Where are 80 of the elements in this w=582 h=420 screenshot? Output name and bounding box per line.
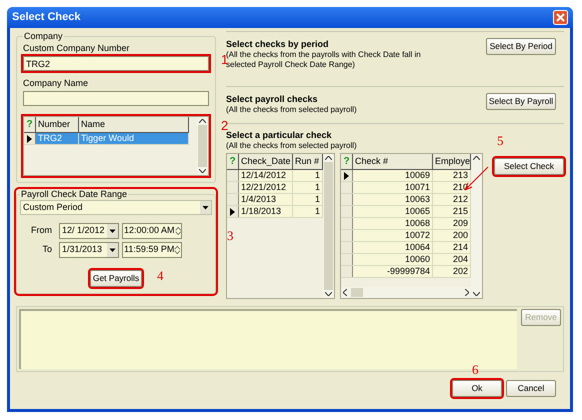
spinner-icon[interactable]	[174, 225, 181, 237]
scrollbar[interactable]	[471, 154, 482, 298]
grid-row[interactable]: 10065 215	[341, 206, 471, 218]
grid-cell: 10063	[353, 194, 433, 205]
row-indicator[interactable]	[341, 170, 353, 181]
grid-row[interactable]: 10069 213	[341, 170, 471, 182]
action-button[interactable]: Select Check	[494, 158, 564, 175]
help-icon: ?	[229, 156, 236, 166]
dialog-button[interactable]: Cancel	[506, 380, 556, 397]
grid-cell: 1/4/2013	[239, 194, 293, 205]
field-label: To	[41, 243, 53, 256]
row-indicator[interactable]	[24, 133, 36, 144]
grid-row[interactable]: 10064 214	[341, 242, 471, 254]
get-payrolls-button[interactable]: Get Payrolls	[90, 270, 142, 287]
grid-cell: 10069	[353, 170, 433, 181]
grid-cell: -99999784	[353, 266, 433, 277]
scroll-thumb[interactable]	[198, 125, 207, 167]
date-picker[interactable]: 1/31/2013	[59, 242, 119, 258]
column-header[interactable]: Check #	[353, 154, 433, 169]
scroll-thumb[interactable]	[324, 162, 333, 290]
grid-row[interactable]: 12/21/2012 1	[227, 182, 323, 194]
grid-row[interactable]: 10063 212	[341, 194, 471, 206]
section-title: Select payroll checks	[226, 92, 319, 105]
row-pointer-icon	[230, 208, 235, 216]
grid-cell: 10072	[353, 230, 433, 241]
grid-row[interactable]: 12/14/2012 1	[227, 170, 323, 182]
grid-cell: TRG2	[36, 133, 79, 144]
grid-cell: 12/21/2012	[239, 182, 293, 193]
grid-row[interactable]: 10060 204	[341, 254, 471, 266]
group-label: Company	[23, 31, 64, 42]
help-icon: ?	[343, 156, 350, 166]
scrollbar[interactable]	[197, 117, 208, 175]
callout-number: 5	[497, 134, 504, 147]
grid-row[interactable]: 1/4/2013 1	[227, 194, 323, 206]
close-icon[interactable]	[553, 10, 568, 25]
scroll-thumb[interactable]	[351, 288, 363, 297]
section-description: (All the checks from the payrolls with Check Date fall in selected Payroll Check Date Range)	[226, 50, 422, 70]
row-pointer-icon	[27, 134, 32, 142]
column-header[interactable]: Name	[79, 117, 189, 132]
row-pointer-icon	[344, 172, 349, 180]
time-picker[interactable]: 11:59:59 PM	[122, 242, 182, 258]
spinner-icon[interactable]	[174, 244, 181, 256]
group-label: Payroll Check Date Range	[20, 189, 128, 200]
input-field[interactable]: TRG2	[23, 56, 209, 71]
grid-cell: 10068	[353, 218, 433, 229]
grid-cell: 10064	[353, 242, 433, 253]
field-label: From	[30, 224, 53, 238]
grid-row[interactable]: 10068 209	[341, 218, 471, 230]
grid-row[interactable]: 1/18/2013 1	[227, 206, 323, 218]
grid-cell: 12/14/2012	[239, 170, 293, 181]
window-title: Select Check	[12, 10, 80, 26]
period-dropdown[interactable]: Custom Period	[20, 200, 212, 215]
column-header[interactable]: Check_Date	[239, 154, 293, 169]
date-picker[interactable]: 12/ 1/2012	[59, 223, 119, 239]
help-icon: ?	[26, 120, 33, 130]
row-indicator[interactable]	[227, 206, 239, 217]
field-label: Company Name	[23, 77, 90, 89]
grid-cell: 1/18/2013	[239, 206, 293, 217]
grid-row[interactable]: -99999784 202	[341, 266, 471, 278]
horizontal-scrollbar[interactable]	[341, 287, 471, 298]
column-header[interactable]: Number	[36, 117, 79, 132]
dialog-button[interactable]: Ok	[452, 380, 502, 397]
grid-cell: 10065	[353, 206, 433, 217]
time-picker[interactable]: 12:00:00 AM	[122, 223, 182, 239]
callout-number: 6	[472, 363, 478, 376]
grid-cell: 10071	[353, 182, 433, 193]
grid-cell: 10060	[353, 254, 433, 265]
field-label: Custom Company Number	[23, 42, 131, 54]
action-button[interactable]: Select By Period	[486, 38, 556, 55]
scrollbar[interactable]	[323, 154, 334, 298]
grid-cell: Tigger Would	[79, 133, 189, 144]
callout-number: 3	[227, 229, 234, 242]
grid-row[interactable]: 10072 200	[341, 230, 471, 242]
callout-number: 2	[221, 119, 228, 132]
action-button[interactable]: Select By Payroll	[486, 92, 556, 110]
input-field[interactable]	[23, 91, 209, 106]
section-description: (All the checks from selected payroll)	[226, 104, 358, 115]
section-title: Select checks by period	[226, 38, 330, 50]
section-description: (All the checks from selected payroll)	[226, 141, 358, 151]
callout-number: 4	[157, 269, 164, 282]
